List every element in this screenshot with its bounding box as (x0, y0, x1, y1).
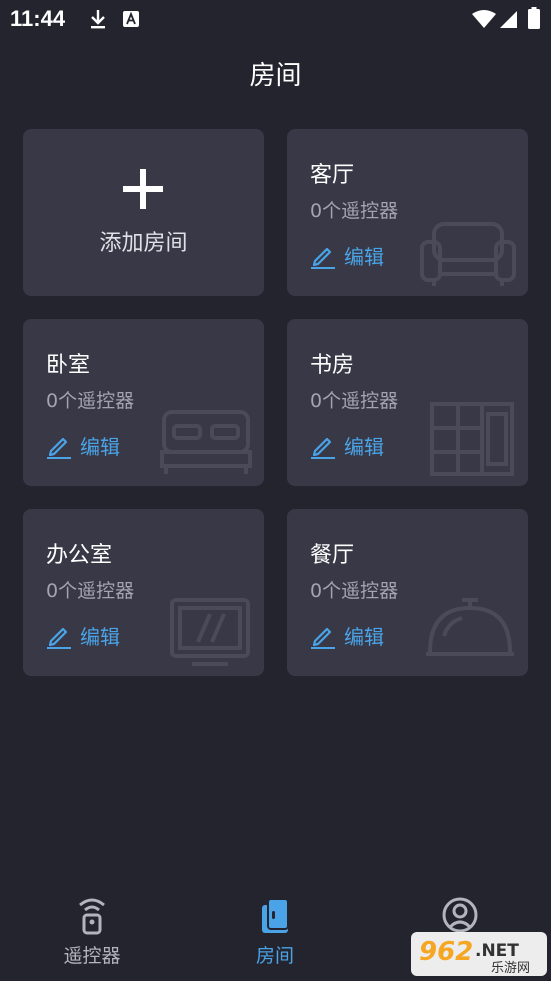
edit-button[interactable]: 编辑 (46, 621, 120, 650)
nav-label: 房间 (255, 945, 294, 967)
edit-button[interactable]: 编辑 (46, 431, 120, 460)
remote-count: 0个遥控器 (310, 390, 399, 412)
add-room-label: 添加房间 (99, 231, 188, 256)
wifi-icon (472, 10, 496, 28)
edit-button[interactable]: 编辑 (310, 431, 384, 460)
battery-icon (528, 7, 540, 29)
edit-button[interactable]: 编辑 (310, 621, 384, 650)
pencil-icon (311, 247, 335, 269)
edit-button[interactable]: 编辑 (310, 241, 384, 270)
plus-icon (123, 169, 163, 209)
room-card-bedroom[interactable]: 卧室 0个遥控器 编辑 (23, 319, 264, 486)
remote-count: 0个遥控器 (310, 200, 399, 222)
room-name: 书房 (310, 353, 355, 378)
room-card-dining-room[interactable]: 餐厅 0个遥控器 编辑 (287, 509, 528, 676)
remote-count: 0个遥控器 (46, 580, 135, 602)
room-name: 客厅 (310, 163, 355, 188)
badge-subtitle: 乐游网 (491, 961, 530, 976)
room-name: 卧室 (46, 353, 91, 378)
nav-label: 遥控器 (63, 945, 121, 967)
site-watermark-logo: 962 .NET 乐游网 (411, 932, 547, 976)
pencil-icon (47, 627, 71, 649)
status-time: 11:44 (10, 6, 66, 31)
room-card-office[interactable]: 办公室 0个遥控器 编辑 (23, 509, 264, 676)
download-icon (91, 10, 105, 29)
badge-number: 962 (419, 937, 473, 967)
bed-icon (160, 410, 252, 474)
room-name: 餐厅 (310, 543, 355, 568)
pencil-icon (47, 437, 71, 459)
edit-label: 编辑 (80, 435, 120, 459)
signal-icon (500, 11, 517, 28)
sofa-icon (420, 222, 516, 286)
nav-item-rooms[interactable]: 房间 (215, 895, 335, 968)
bookshelf-icon (430, 402, 514, 476)
cloche-icon (426, 598, 514, 656)
remote-icon (79, 898, 105, 935)
remote-count: 0个遥控器 (310, 580, 399, 602)
badge-suffix: .NET (475, 941, 519, 961)
pencil-icon (311, 437, 335, 459)
edit-label: 编辑 (80, 625, 120, 649)
monitor-icon (170, 598, 250, 666)
room-name: 办公室 (46, 543, 113, 568)
edit-label: 编辑 (344, 435, 384, 459)
status-bar: 11:44 (0, 0, 551, 40)
edit-label: 编辑 (344, 245, 384, 269)
notification-a-icon (123, 11, 139, 27)
page-title: 房间 (249, 61, 302, 91)
door-icon (262, 898, 289, 933)
edit-label: 编辑 (344, 625, 384, 649)
pencil-icon (311, 627, 335, 649)
add-room-card[interactable]: 添加房间 (23, 129, 264, 296)
room-card-study[interactable]: 书房 0个遥控器 编辑 (287, 319, 528, 486)
nav-item-remote[interactable]: 遥控器 (32, 895, 152, 968)
room-card-living-room[interactable]: 客厅 0个遥控器 编辑 (287, 129, 528, 296)
remote-count: 0个遥控器 (46, 390, 135, 412)
